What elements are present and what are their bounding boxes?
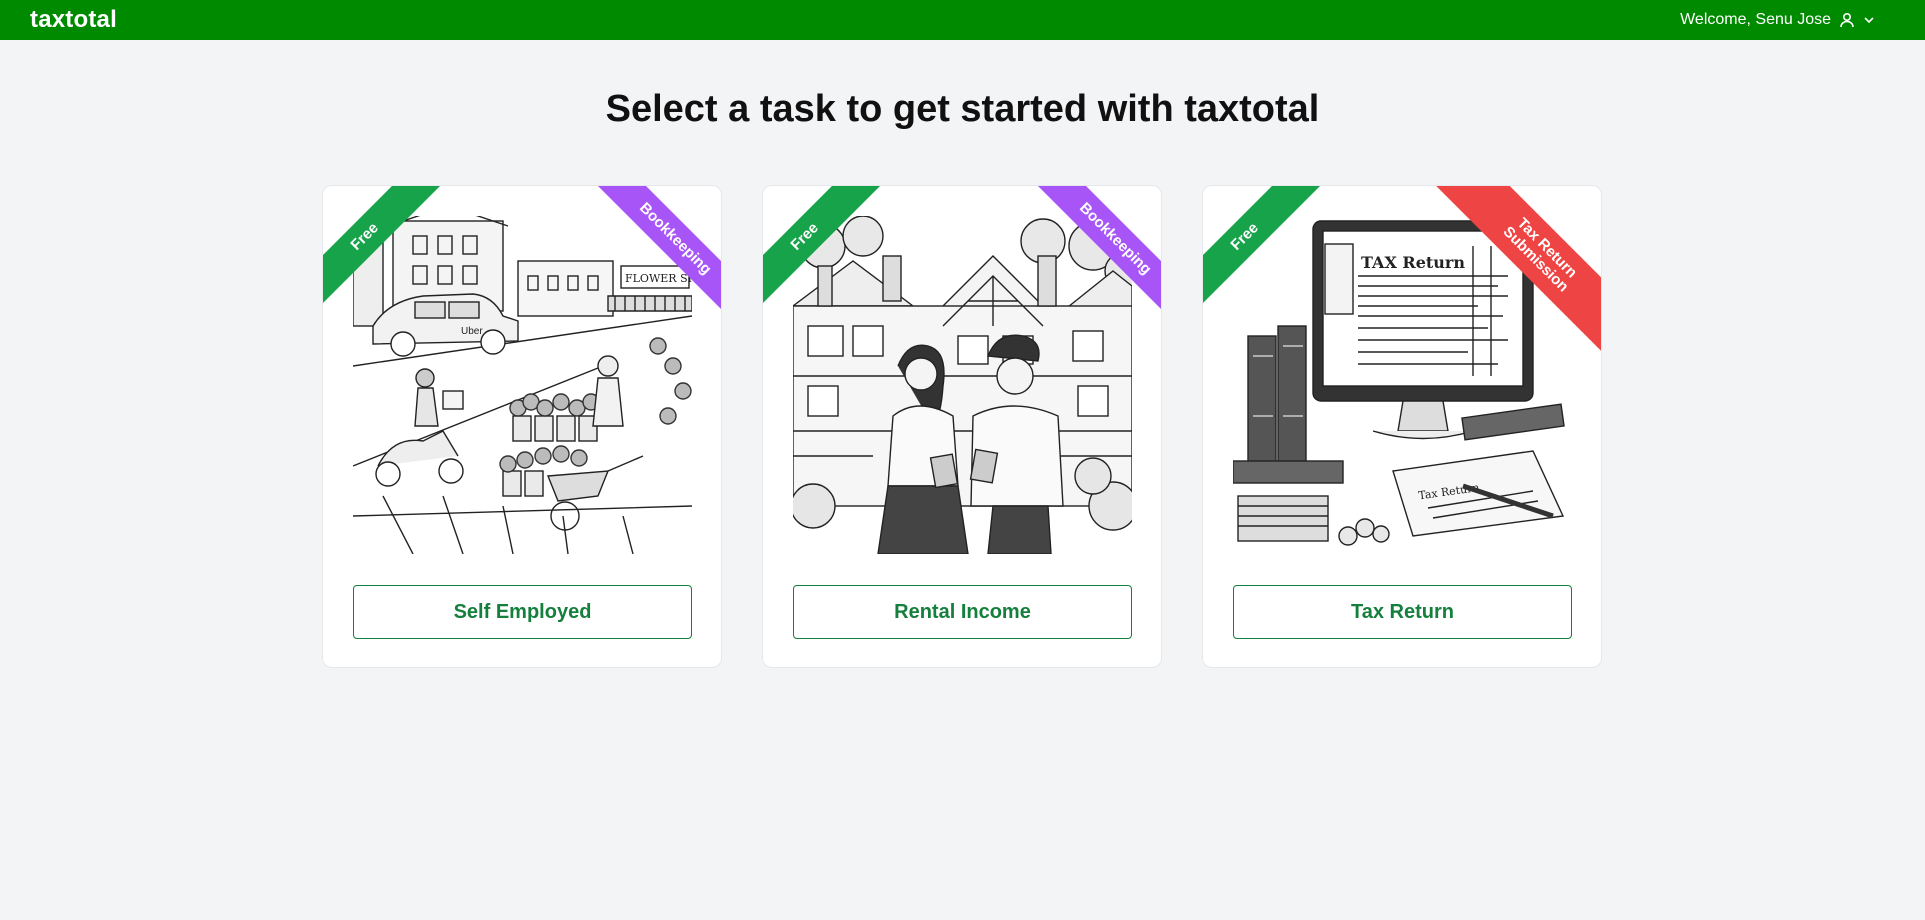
task-cards: FLOWER SHOP Uber <box>322 185 1602 668</box>
task-card-tax-return[interactable]: TAX Return Tax Return Free Tax Return Su… <box>1202 185 1602 668</box>
rental-income-illustration <box>793 216 1132 554</box>
user-menu[interactable]: Welcome, Senu Jose <box>1680 11 1875 29</box>
monitor-heading: TAX Return <box>1361 253 1465 272</box>
page-title: Select a task to get started with taxtot… <box>605 88 1320 130</box>
top-navbar: taxtotal Welcome, Senu Jose <box>0 0 1925 40</box>
self-employed-illustration: FLOWER SHOP Uber <box>353 216 692 554</box>
self-employed-button[interactable]: Self Employed <box>353 585 692 639</box>
welcome-text: Welcome, Senu Jose <box>1680 11 1831 28</box>
task-card-rental-income[interactable]: Free Bookkeeping Rental Income <box>762 185 1162 668</box>
user-icon <box>1839 12 1855 28</box>
chevron-down-icon <box>1863 14 1875 26</box>
task-card-self-employed[interactable]: FLOWER SHOP Uber <box>322 185 722 668</box>
svg-text:Uber: Uber <box>461 326 483 337</box>
tax-return-button[interactable]: Tax Return <box>1233 585 1572 639</box>
svg-text:FLOWER SHOP: FLOWER SHOP <box>625 272 692 285</box>
taxtotal-logo[interactable]: taxtotal <box>30 6 117 34</box>
rental-income-button[interactable]: Rental Income <box>793 585 1132 639</box>
